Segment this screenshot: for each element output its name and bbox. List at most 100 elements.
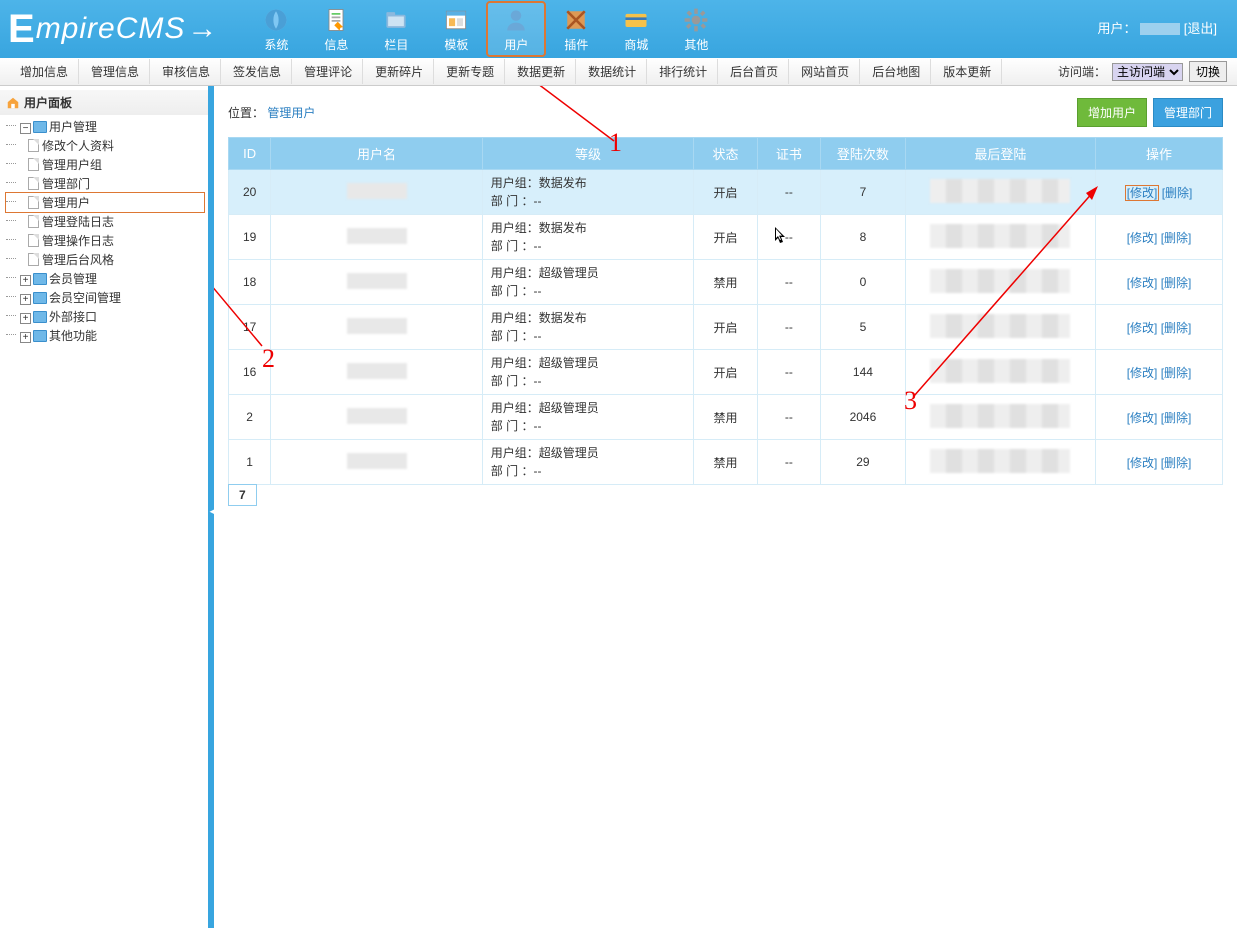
tree-item[interactable]: 管理后台风格 <box>6 250 204 269</box>
edit-link[interactable]: [修改] <box>1127 231 1158 245</box>
subnav-item[interactable]: 版本更新 <box>933 59 1002 84</box>
sidebar: 用户面板 −用户管理 修改个人资料管理用户组管理部门管理用户管理登陆日志管理操作… <box>0 86 210 928</box>
user-icon <box>502 6 530 34</box>
tree-group[interactable]: +外部接口 <box>6 307 204 326</box>
expand-icon[interactable]: + <box>20 332 31 343</box>
cell-id: 19 <box>229 215 271 260</box>
page-count: 7 <box>228 484 257 506</box>
col-header: 登陆次数 <box>821 138 906 170</box>
breadcrumb-page[interactable]: 管理用户 <box>267 106 315 120</box>
cell-id: 18 <box>229 260 271 305</box>
col-header: 用户名 <box>271 138 482 170</box>
tree-item[interactable]: 管理部门 <box>6 174 204 193</box>
card-icon <box>622 6 650 34</box>
delete-link[interactable]: [删除] <box>1161 411 1192 425</box>
cell-level: 用户组：数据发布部 门 ：-- <box>482 305 693 350</box>
nav-doc[interactable]: 信息 <box>308 3 364 55</box>
collapse-icon[interactable]: − <box>20 123 31 134</box>
cell-cert: -- <box>757 305 820 350</box>
nav-label: 信息 <box>324 36 348 53</box>
subnav-item[interactable]: 签发信息 <box>223 59 292 84</box>
cell-level: 用户组：数据发布部 门 ：-- <box>482 215 693 260</box>
user-table: ID用户名等级状态证书登陆次数最后登陆操作 20用户组：数据发布部 门 ：--开… <box>228 137 1223 485</box>
nav-gear[interactable]: 其他 <box>668 3 724 55</box>
subnav-right: 访问端： 主访问端 切换 <box>1058 61 1227 82</box>
col-header: ID <box>229 138 271 170</box>
tree-item[interactable]: 管理用户组 <box>6 155 204 174</box>
cell-level: 用户组：超级管理员部 门 ：-- <box>482 350 693 395</box>
expand-icon[interactable]: + <box>20 294 31 305</box>
top-nav: 系统 信息 栏目 模板用户插件商城其他 <box>248 3 724 55</box>
edit-link[interactable]: [修改] <box>1127 186 1158 200</box>
delete-link[interactable]: [删除] <box>1161 456 1192 470</box>
file-icon <box>28 177 39 190</box>
folder-icon <box>382 6 410 34</box>
edit-link[interactable]: [修改] <box>1127 411 1158 425</box>
subnav-item[interactable]: 网站首页 <box>791 59 860 84</box>
nav-window[interactable]: 模板 <box>428 3 484 55</box>
subnav-item[interactable]: 后台首页 <box>720 59 789 84</box>
subnav-item[interactable]: 排行统计 <box>649 59 718 84</box>
subnav-item[interactable]: 数据统计 <box>578 59 647 84</box>
nav-puzzle[interactable]: 插件 <box>548 3 604 55</box>
logo: EmpireCMS→ <box>8 7 218 52</box>
nav-folder[interactable]: 栏目 <box>368 3 424 55</box>
subnav-item[interactable]: 增加信息 <box>10 59 79 84</box>
expand-icon[interactable]: + <box>20 313 31 324</box>
nav-user[interactable]: 用户 <box>488 3 544 55</box>
cell-actions: [修改] [删除] <box>1096 170 1223 215</box>
subnav-item[interactable]: 管理信息 <box>81 59 150 84</box>
table-row: 19用户组：数据发布部 门 ：--开启--8[修改] [删除] <box>229 215 1223 260</box>
pager: 7 <box>228 484 1223 506</box>
table-row: 2用户组：超级管理员部 门 ：--禁用--2046[修改] [删除] <box>229 395 1223 440</box>
visit-select[interactable]: 主访问端 <box>1112 63 1183 81</box>
subnav-item[interactable]: 更新专题 <box>436 59 505 84</box>
tree-item[interactable]: 管理登陆日志 <box>6 212 204 231</box>
edit-link[interactable]: [修改] <box>1127 456 1158 470</box>
nav-globe[interactable]: 系统 <box>248 3 304 55</box>
switch-button[interactable]: 切换 <box>1189 61 1227 82</box>
tree-item[interactable]: 管理操作日志 <box>6 231 204 250</box>
col-header: 操作 <box>1096 138 1223 170</box>
delete-link[interactable]: [删除] <box>1162 186 1193 200</box>
cell-cert: -- <box>757 440 820 485</box>
delete-link[interactable]: [删除] <box>1161 366 1192 380</box>
edit-link[interactable]: [修改] <box>1127 321 1158 335</box>
cell-logins: 0 <box>821 260 906 305</box>
nav-label: 栏目 <box>384 36 408 53</box>
cell-id: 1 <box>229 440 271 485</box>
tree-group[interactable]: +会员管理 <box>6 269 204 288</box>
manage-dept-button[interactable]: 管理部门 <box>1153 98 1223 127</box>
nav-label: 系统 <box>264 36 288 53</box>
expand-icon[interactable]: + <box>20 275 31 286</box>
cell-status: 开启 <box>694 170 757 215</box>
tree-item[interactable]: 管理用户 <box>6 193 204 212</box>
cell-lastlogin <box>905 350 1095 395</box>
tree-item[interactable]: 修改个人资料 <box>6 136 204 155</box>
logout-link[interactable]: [退出] <box>1184 21 1217 36</box>
delete-link[interactable]: [删除] <box>1161 231 1192 245</box>
tree-group[interactable]: +会员空间管理 <box>6 288 204 307</box>
edit-link[interactable]: [修改] <box>1127 276 1158 290</box>
user-info: 用户： [退出] <box>1098 18 1218 37</box>
subnav-item[interactable]: 更新碎片 <box>365 59 434 84</box>
delete-link[interactable]: [删除] <box>1161 321 1192 335</box>
nav-card[interactable]: 商城 <box>608 3 664 55</box>
tree-group[interactable]: +其他功能 <box>6 326 204 345</box>
file-icon <box>28 158 39 171</box>
table-row: 17用户组：数据发布部 门 ：--开启--5[修改] [删除] <box>229 305 1223 350</box>
cell-username <box>271 395 482 440</box>
subnav-item[interactable]: 审核信息 <box>152 59 221 84</box>
arrow-icon: → <box>187 12 218 46</box>
tree: −用户管理 修改个人资料管理用户组管理部门管理用户管理登陆日志管理操作日志管理后… <box>0 115 208 349</box>
subnav-item[interactable]: 管理评论 <box>294 59 363 84</box>
subnav-item[interactable]: 数据更新 <box>507 59 576 84</box>
subnav-item[interactable]: 后台地图 <box>862 59 931 84</box>
delete-link[interactable]: [删除] <box>1161 276 1192 290</box>
table-row: 18用户组：超级管理员部 门 ：--禁用--0[修改] [删除] <box>229 260 1223 305</box>
username-masked <box>1140 23 1180 35</box>
add-user-button[interactable]: 增加用户 <box>1077 98 1147 127</box>
tree-root[interactable]: −用户管理 <box>6 117 204 136</box>
file-icon <box>28 196 39 209</box>
edit-link[interactable]: [修改] <box>1127 366 1158 380</box>
